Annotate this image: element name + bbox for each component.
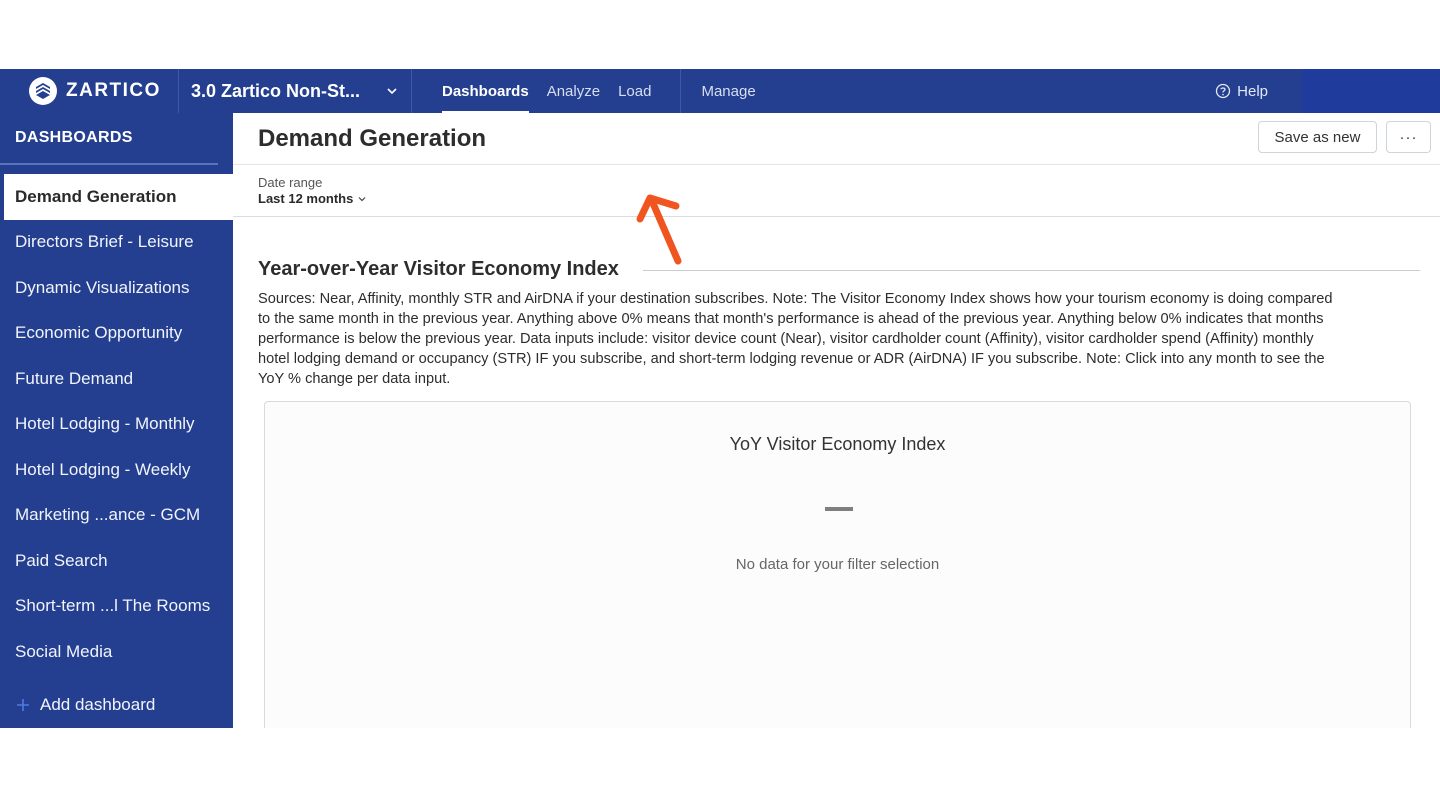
- sidebar-item-dynamic-visualizations[interactable]: Dynamic Visualizations: [0, 265, 233, 311]
- save-as-new-button[interactable]: Save as new: [1258, 121, 1377, 153]
- chart-card[interactable]: YoY Visitor Economy Index No data for yo…: [264, 401, 1411, 728]
- sidebar-item-directors-brief[interactable]: Directors Brief - Leisure: [0, 220, 233, 266]
- section-description: Sources: Near, Affinity, monthly STR and…: [258, 291, 1333, 387]
- dashboard-list: Demand Generation Directors Brief - Leis…: [0, 174, 233, 675]
- sidebar-item-hotel-lodging-weekly[interactable]: Hotel Lodging - Weekly: [0, 447, 233, 493]
- sidebar-item-social-media[interactable]: Social Media: [0, 629, 233, 675]
- empty-state-dash: [825, 507, 853, 511]
- add-dashboard-button[interactable]: Add dashboard: [15, 695, 155, 715]
- nav-load[interactable]: Load: [609, 69, 660, 113]
- plus-icon: [17, 699, 29, 711]
- help-link[interactable]: Help: [1215, 69, 1268, 113]
- zartico-logo-icon: [29, 77, 57, 105]
- section-header: Year-over-Year Visitor Economy Index: [258, 258, 1420, 281]
- top-navigation-bar: ZARTICO 3.0 Zartico Non-St... Dashboards…: [0, 69, 1440, 113]
- section-title: Year-over-Year Visitor Economy Index: [258, 258, 619, 280]
- empty-state-text: No data for your filter selection: [735, 556, 940, 573]
- page-header: Demand Generation Save as new ···: [233, 113, 1440, 165]
- help-circle-icon: [1215, 83, 1231, 99]
- chart-title: YoY Visitor Economy Index: [729, 434, 946, 454]
- date-range-value: Last 12 months: [258, 191, 354, 206]
- sidebar-item-paid-search[interactable]: Paid Search: [0, 538, 233, 584]
- main-content: Demand Generation Save as new ··· Date r…: [233, 113, 1440, 728]
- nav-manage[interactable]: Manage: [681, 83, 755, 100]
- sidebar-title: DASHBOARDS: [0, 113, 218, 165]
- date-range-dropdown[interactable]: Last 12 months: [258, 191, 1440, 206]
- brand[interactable]: ZARTICO: [0, 69, 179, 113]
- page-title: Demand Generation: [258, 124, 487, 152]
- user-menu[interactable]: [1302, 69, 1440, 113]
- chevron-down-icon: [358, 196, 366, 201]
- workspace-name: 3.0 Zartico Non-St...: [191, 80, 361, 101]
- workspace-selector[interactable]: 3.0 Zartico Non-St...: [179, 69, 412, 113]
- main-nav: Dashboards Analyze Load: [412, 69, 682, 113]
- brand-name: ZARTICO: [66, 80, 161, 101]
- yoy-section: Year-over-Year Visitor Economy Index Sou…: [233, 258, 1440, 389]
- nav-dashboards[interactable]: Dashboards: [433, 69, 538, 113]
- filter-bar: Date range Last 12 months: [233, 165, 1440, 217]
- more-options-button[interactable]: ···: [1386, 121, 1431, 153]
- chevron-down-icon: [387, 88, 397, 95]
- sidebar: DASHBOARDS Demand Generation Directors B…: [0, 113, 233, 728]
- add-dashboard-label: Add dashboard: [40, 695, 156, 714]
- date-range-label: Date range: [258, 175, 323, 190]
- sidebar-item-marketing-gcm[interactable]: Marketing ...ance - GCM: [0, 493, 233, 539]
- help-label: Help: [1237, 82, 1268, 100]
- nav-analyze[interactable]: Analyze: [538, 69, 609, 113]
- sidebar-item-demand-generation[interactable]: Demand Generation: [0, 174, 233, 220]
- sidebar-item-future-demand[interactable]: Future Demand: [0, 356, 233, 402]
- annotation-arrow-icon: [636, 194, 682, 265]
- section-divider: [642, 270, 1420, 271]
- sidebar-item-economic-opportunity[interactable]: Economic Opportunity: [0, 311, 233, 357]
- sidebar-item-hotel-lodging-monthly[interactable]: Hotel Lodging - Monthly: [0, 402, 233, 448]
- sidebar-item-short-term[interactable]: Short-term ...l The Rooms: [0, 584, 233, 630]
- app-window: ZARTICO 3.0 Zartico Non-St... Dashboards…: [0, 69, 1440, 728]
